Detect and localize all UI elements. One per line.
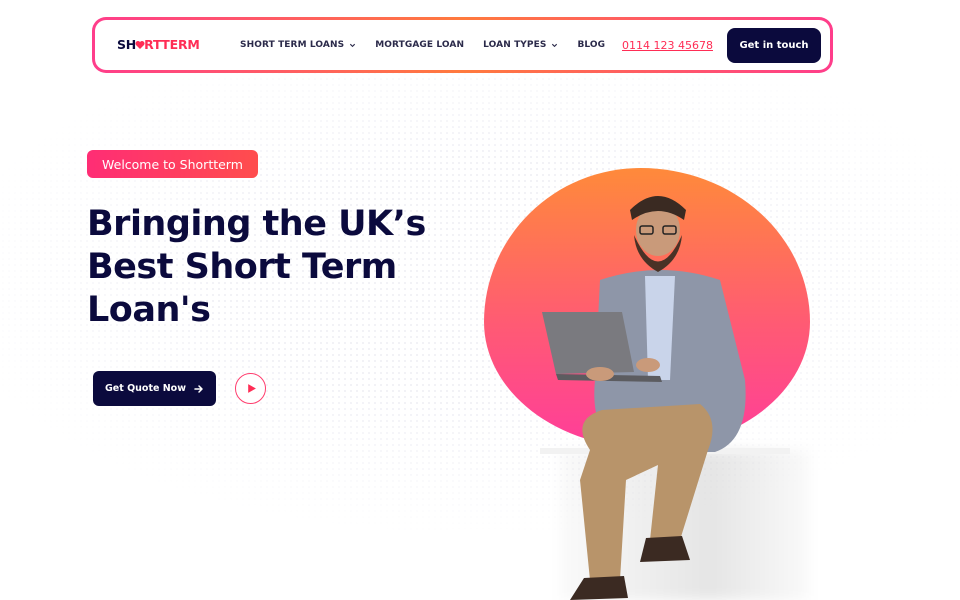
menu-item-short-term-loans[interactable]: SHORT TERM LOANS bbox=[240, 40, 356, 50]
logo[interactable]: SH RT TERM bbox=[117, 37, 200, 52]
menu-item-label: BLOG bbox=[577, 40, 606, 50]
get-quote-button[interactable]: Get Quote Now bbox=[93, 371, 216, 406]
headline-line-2: Best Short Term bbox=[87, 247, 397, 287]
phone-link[interactable]: 0114 123 45678 bbox=[622, 39, 713, 52]
menu-item-label: MORTGAGE LOAN bbox=[375, 40, 465, 50]
arrow-right-icon bbox=[194, 384, 203, 393]
menu-item-label: SHORT TERM LOANS bbox=[240, 40, 345, 50]
get-quote-label: Get Quote Now bbox=[104, 383, 186, 394]
welcome-badge: Welcome to Shortterm bbox=[87, 150, 258, 178]
hero-headline: Bringing the UK’s Best Short Term Loan's bbox=[87, 203, 447, 332]
play-icon bbox=[248, 384, 256, 393]
logo-text-end: TERM bbox=[161, 37, 200, 52]
navbar-inner: SH RT TERM SHORT TERM LOANS MORTGAGE LOAN… bbox=[95, 20, 830, 70]
headline-line-3: Loan's bbox=[87, 290, 211, 330]
get-in-touch-button[interactable]: Get in touch bbox=[727, 28, 821, 63]
play-video-button[interactable] bbox=[235, 373, 266, 404]
logo-text-accent: RT bbox=[144, 37, 162, 52]
menu-item-mortgage-loan[interactable]: MORTGAGE LOAN bbox=[375, 40, 464, 50]
logo-text-start: SH bbox=[117, 37, 137, 52]
man-with-laptop-illustration bbox=[540, 196, 790, 600]
navbar: SH RT TERM SHORT TERM LOANS MORTGAGE LOAN… bbox=[92, 17, 833, 73]
chevron-down-icon bbox=[350, 43, 356, 47]
menu-item-loan-types[interactable]: LOAN TYPES bbox=[483, 40, 558, 50]
headline-line-1: Bringing the UK’s bbox=[87, 204, 426, 244]
main-menu: SHORT TERM LOANS MORTGAGE LOAN LOAN TYPE… bbox=[240, 40, 605, 50]
menu-item-label: LOAN TYPES bbox=[483, 40, 547, 50]
chevron-down-icon bbox=[552, 43, 558, 47]
menu-item-blog[interactable]: BLOG bbox=[577, 40, 605, 50]
